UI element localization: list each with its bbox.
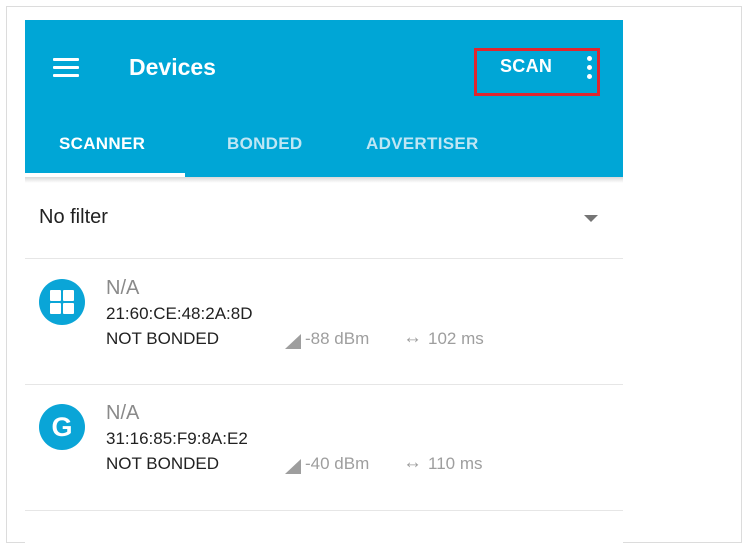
hamburger-menu-icon[interactable] bbox=[53, 58, 79, 78]
device-avatar bbox=[39, 279, 85, 325]
app-screen: Devices SCAN SCANNER BONDED ADVERTISER N… bbox=[25, 20, 623, 545]
windows-logo-icon bbox=[50, 290, 74, 314]
dropdown-arrow-icon bbox=[584, 215, 598, 222]
tab-scanner[interactable]: SCANNER bbox=[59, 134, 145, 154]
device-bond-state: NOT BONDED bbox=[106, 329, 220, 348]
filter-dropdown[interactable]: No filter bbox=[25, 180, 623, 258]
tab-advertiser[interactable]: ADVERTISER bbox=[366, 134, 479, 154]
app-bar: Devices SCAN SCANNER BONDED ADVERTISER bbox=[25, 20, 623, 177]
device-avatar: G bbox=[39, 404, 85, 450]
more-vert-icon[interactable] bbox=[584, 54, 594, 82]
interval-arrow-icon: ↔ bbox=[403, 452, 422, 473]
device-rssi: -88 dBm bbox=[305, 329, 370, 348]
device-rssi: -40 dBm bbox=[305, 454, 370, 473]
signal-strength-icon bbox=[285, 459, 301, 474]
signal-strength-icon bbox=[285, 334, 301, 349]
device-name: N/A bbox=[106, 277, 140, 299]
page-title: Devices bbox=[129, 54, 216, 80]
divider bbox=[25, 510, 623, 511]
device-interval: 110 ms bbox=[428, 454, 483, 473]
device-address: 31:16:85:F9:8A:E2 bbox=[106, 429, 248, 448]
google-logo-icon: G bbox=[51, 412, 73, 442]
device-bond-state: NOT BONDED bbox=[106, 454, 220, 473]
device-address: 21:60:CE:48:2A:8D bbox=[106, 304, 253, 323]
device-interval: 102 ms bbox=[428, 329, 484, 348]
device-list-item[interactable]: G N/A 31:16:85:F9:8A:E2 NOT BONDED -40 d… bbox=[25, 384, 623, 507]
filter-selected-value: No filter bbox=[39, 206, 108, 228]
device-name: N/A bbox=[106, 402, 140, 424]
interval-arrow-icon: ↔ bbox=[403, 327, 422, 348]
device-list-item[interactable]: N/A 21:60:CE:48:2A:8D NOT BONDED -88 dBm… bbox=[25, 259, 623, 382]
scan-button[interactable]: SCAN bbox=[500, 56, 552, 77]
tab-bonded[interactable]: BONDED bbox=[227, 134, 302, 154]
